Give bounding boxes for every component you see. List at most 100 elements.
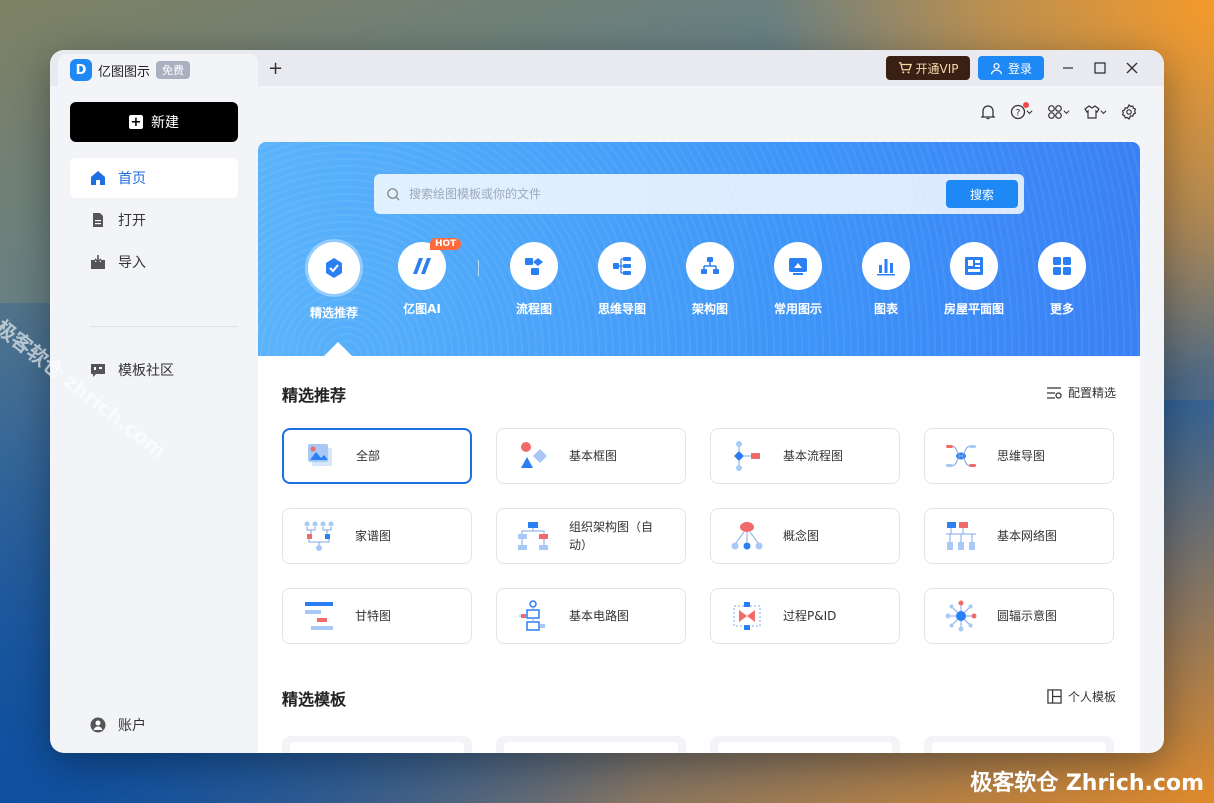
family-tree-icon — [304, 521, 334, 551]
chevron-down-icon — [1063, 109, 1070, 114]
search-input[interactable] — [409, 187, 1024, 201]
template-thumbnail[interactable] — [924, 736, 1114, 753]
template-thumbnail[interactable] — [282, 736, 472, 753]
bell-button[interactable] — [980, 104, 996, 120]
org-icon — [701, 257, 719, 274]
template-card-block[interactable]: 基本框图 — [496, 428, 686, 484]
login-button[interactable]: 登录 — [978, 56, 1044, 80]
personal-templates-button[interactable]: 个人模板 — [1047, 688, 1116, 705]
gear-icon — [1121, 104, 1137, 120]
sidebar-item-label: 首页 — [118, 171, 146, 187]
org-chart-icon — [518, 522, 548, 550]
category-label: 流程图 — [515, 302, 552, 316]
sidebar-item-label: 模板社区 — [118, 363, 174, 379]
template-card-radial[interactable]: 圆辐示意图 — [924, 588, 1114, 644]
bell-icon — [980, 105, 996, 120]
card-label: 全部 — [356, 449, 381, 463]
sidebar-item-label: 账户 — [118, 718, 146, 734]
title-bar: D 亿图图示 免费 + 开通VIP 登录 — [50, 50, 1164, 86]
home-icon — [91, 171, 105, 185]
template-card-mindmap[interactable]: 思维导图 — [924, 428, 1114, 484]
card-label: 过程P&ID — [783, 609, 837, 623]
category-architecture[interactable]: 架构图 — [670, 242, 750, 317]
category-chart[interactable]: 图表 — [846, 242, 926, 317]
template-thumbnail[interactable] — [496, 736, 686, 753]
category-label: 架构图 — [691, 302, 728, 316]
all-templates-icon — [308, 444, 332, 466]
category-ai[interactable]: HOT 亿图AI — [382, 238, 462, 317]
new-button[interactable]: + 新建 — [70, 102, 238, 142]
hot-badge: HOT — [430, 238, 462, 250]
help-button[interactable]: ? — [1010, 102, 1033, 120]
theme-button[interactable] — [1084, 104, 1107, 120]
card-label: 基本流程图 — [783, 449, 844, 463]
app-window: D 亿图图示 免费 + 开通VIP 登录 + 新建 首页 打开 导入 模板社区 … — [50, 50, 1164, 753]
template-thumbnail[interactable] — [710, 736, 900, 753]
category-floorplan[interactable]: 房屋平面图 — [934, 242, 1014, 317]
close-button[interactable] — [1120, 56, 1144, 80]
template-card-all[interactable]: 全部 — [282, 428, 472, 484]
template-card-family-tree[interactable]: 家谱图 — [282, 508, 472, 564]
apps-button[interactable] — [1047, 104, 1070, 120]
category-label: 常用图示 — [773, 302, 822, 316]
svg-text:?: ? — [1016, 109, 1021, 119]
vip-button[interactable]: 开通VIP — [886, 56, 970, 80]
watermark-corner: 极客软仓 Zhrich.com — [970, 771, 1204, 796]
close-icon — [1126, 62, 1138, 74]
category-label: 图表 — [873, 302, 898, 316]
category-common[interactable]: 常用图示 — [758, 242, 838, 317]
category-label: 亿图AI — [403, 302, 441, 316]
template-card-concept[interactable]: 概念图 — [710, 508, 900, 564]
login-label: 登录 — [1007, 61, 1032, 76]
sidebar-item-open[interactable]: 打开 — [70, 200, 238, 240]
template-card-gantt[interactable]: 甘特图 — [282, 588, 472, 644]
new-tab-button[interactable]: + — [268, 58, 283, 79]
floorplan-icon — [965, 257, 983, 275]
basic-flowchart-icon — [734, 441, 760, 471]
minimize-button[interactable] — [1056, 56, 1080, 80]
ai-icon — [413, 258, 431, 274]
template-card-flowchart[interactable]: 基本流程图 — [710, 428, 900, 484]
home-tab[interactable]: D 亿图图示 免费 — [58, 54, 258, 86]
category-mindmap[interactable]: 思维导图 — [582, 242, 662, 317]
common-icon — [789, 258, 807, 275]
sidebar-item-label: 打开 — [118, 213, 146, 229]
card-label: 组织架构图（自动） — [569, 520, 654, 552]
sidebar-item-options[interactable]: 选项 — [70, 747, 238, 753]
sidebar-item-home[interactable]: 首页 — [70, 158, 238, 198]
apps-icon — [1048, 105, 1062, 119]
sidebar-divider — [90, 326, 238, 327]
chevron-down-icon — [1100, 109, 1107, 114]
radial-diagram-icon — [945, 600, 977, 632]
card-label: 基本电路图 — [569, 609, 630, 623]
maximize-button[interactable] — [1088, 56, 1112, 80]
template-card-pid[interactable]: 过程P&ID — [710, 588, 900, 644]
template-card-circuit[interactable]: 基本电路图 — [496, 588, 686, 644]
mindmap-icon — [613, 257, 631, 275]
mind-map-icon — [946, 445, 976, 467]
network-diagram-icon — [946, 522, 976, 550]
sidebar-item-account[interactable]: 账户 — [70, 705, 238, 745]
card-label: 圆辐示意图 — [997, 609, 1058, 623]
app-logo: D — [70, 59, 92, 81]
category-label: 房屋平面图 — [943, 302, 1004, 316]
search-button[interactable]: 搜索 — [946, 180, 1018, 208]
template-card-org-auto[interactable]: 组织架构图（自动） — [496, 508, 686, 564]
category-featured[interactable]: 精选推荐 — [294, 242, 374, 321]
category-flowchart[interactable]: 流程图 — [494, 242, 574, 317]
config-icon — [1046, 386, 1062, 399]
config-featured-button[interactable]: 配置精选 — [1046, 384, 1116, 401]
category-more[interactable]: 更多 — [1022, 242, 1102, 317]
sidebar-item-import[interactable]: 导入 — [70, 242, 238, 282]
user-icon — [991, 62, 1002, 74]
notification-dot — [1023, 102, 1029, 108]
vip-label: 开通VIP — [915, 61, 959, 76]
user-icon — [90, 717, 106, 733]
chevron-down-icon — [1026, 109, 1033, 114]
toolbar-icons: ? — [980, 102, 1137, 120]
templates-title: 精选模板 — [282, 690, 347, 709]
settings-button[interactable] — [1121, 104, 1137, 120]
category-label: 思维导图 — [597, 302, 646, 316]
card-label: 基本网络图 — [997, 529, 1058, 543]
template-card-network[interactable]: 基本网络图 — [924, 508, 1114, 564]
